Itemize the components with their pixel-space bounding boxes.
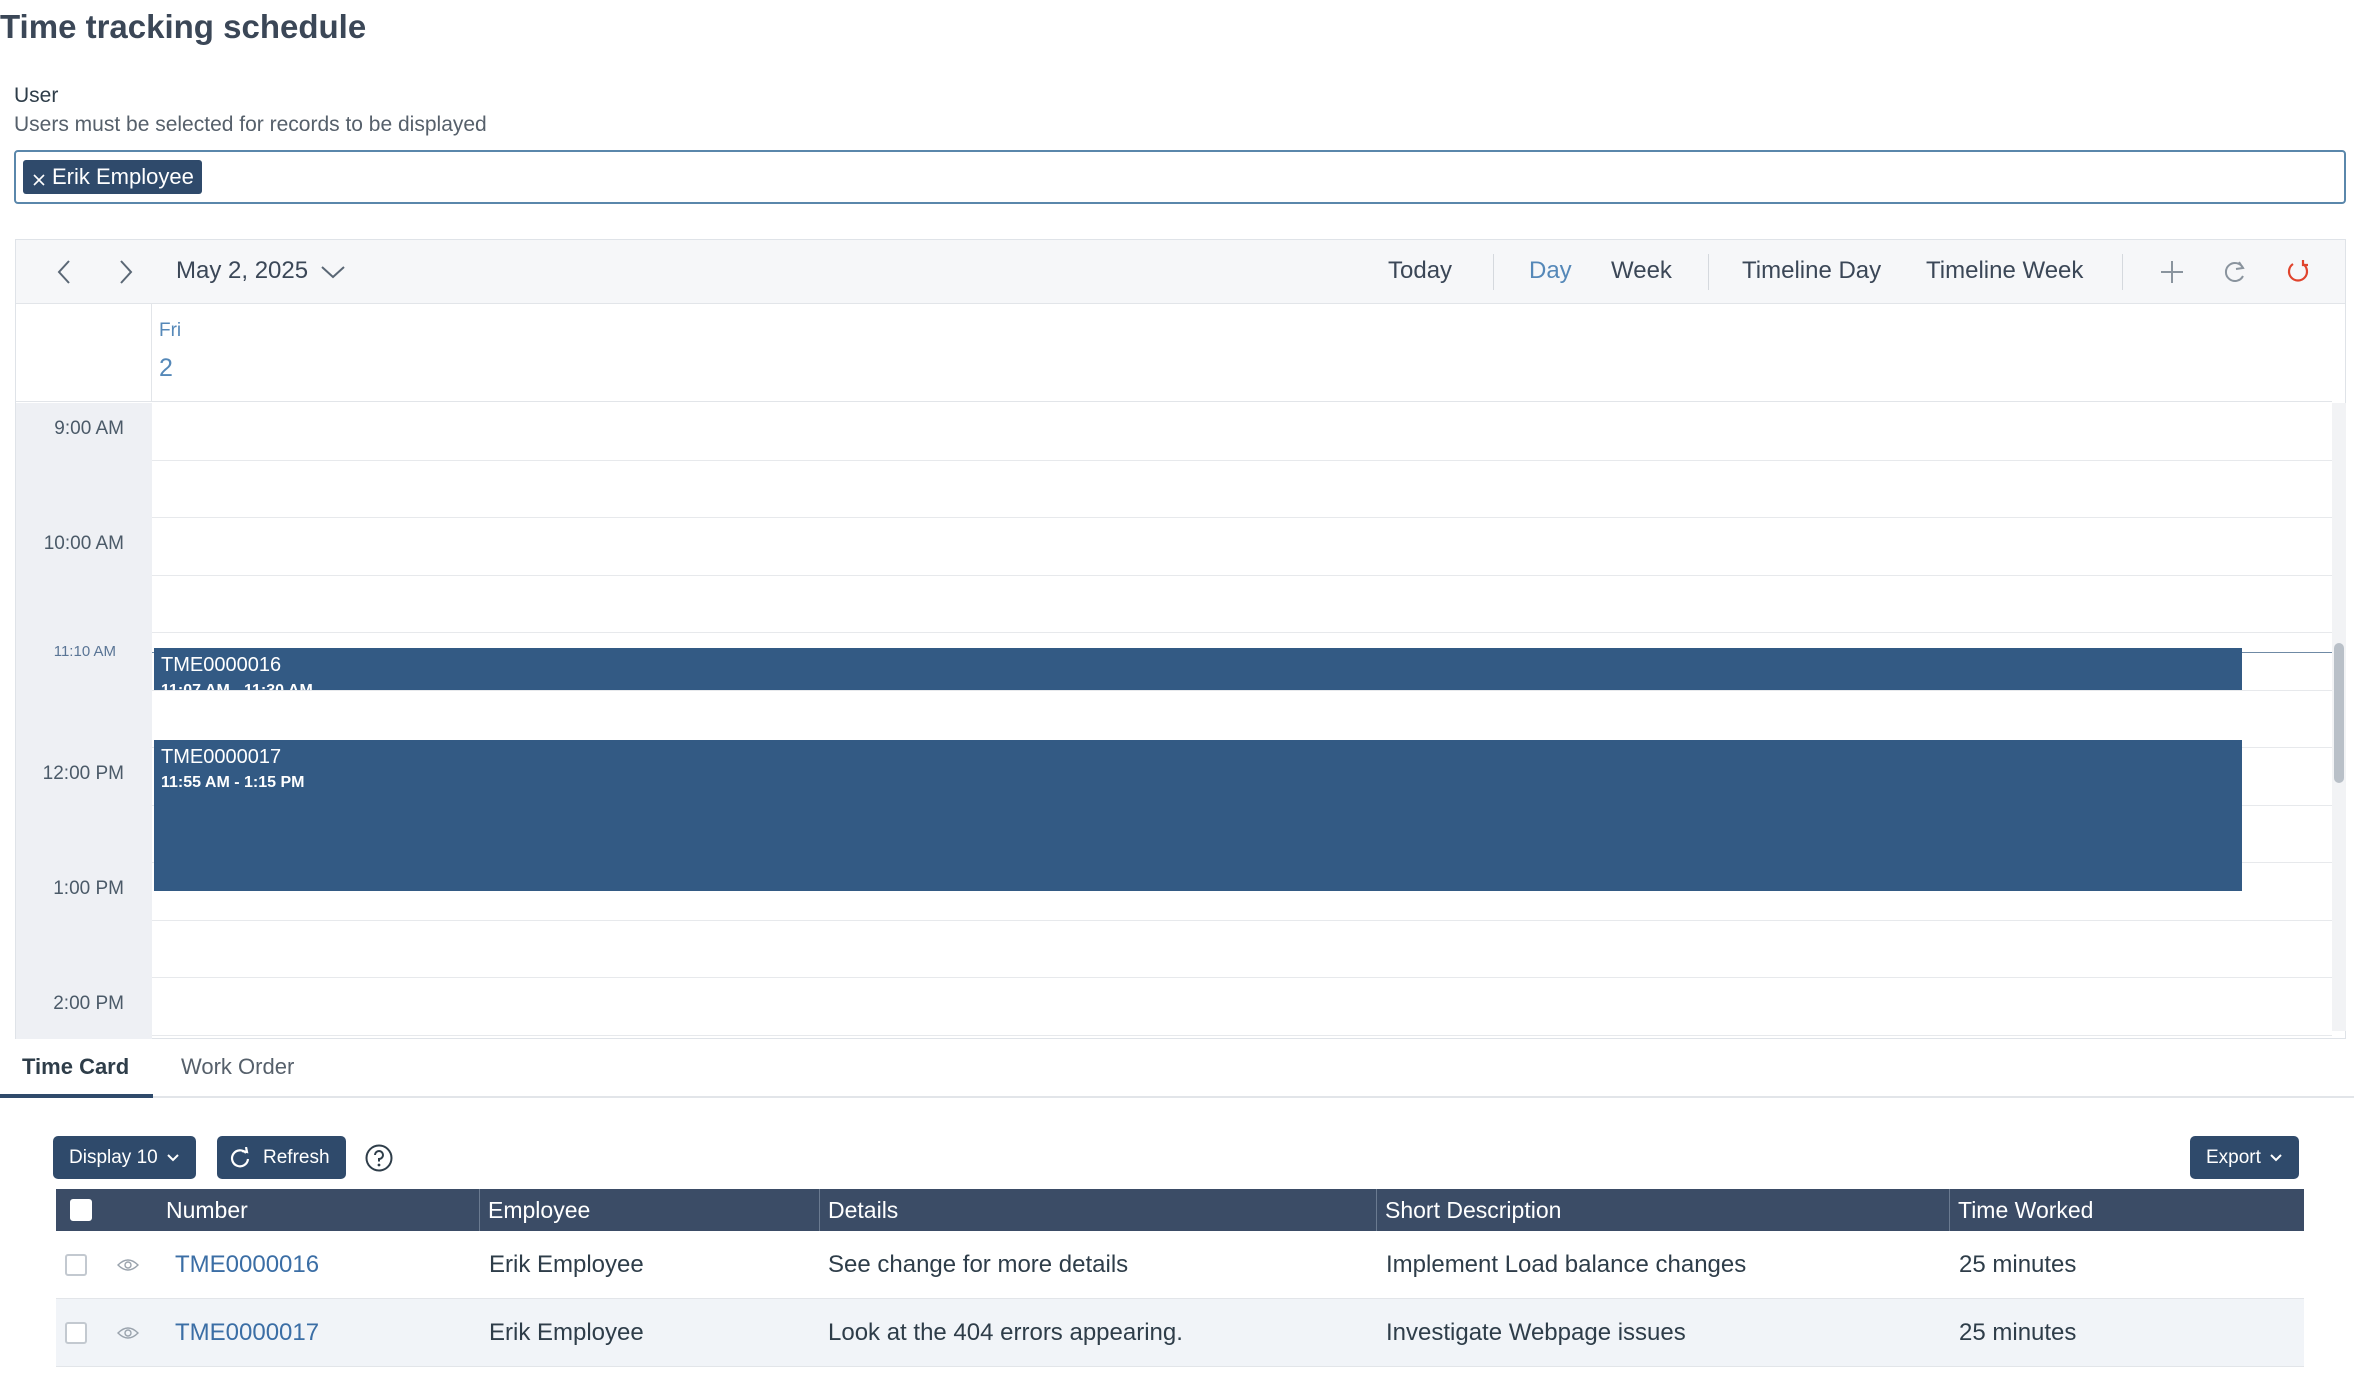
timeline-day-button[interactable]: Timeline Day xyxy=(1742,257,1881,285)
prev-button[interactable] xyxy=(50,258,78,286)
day-view-button[interactable]: Day xyxy=(1529,257,1572,285)
table-row[interactable]: TME0000017 Erik Employee Look at the 404… xyxy=(56,1299,2304,1367)
display-count-label: Display 10 xyxy=(69,1146,158,1168)
time-grid[interactable]: 9:00 AM 10:00 AM 11:10 AM 12:00 PM 1:00 … xyxy=(16,403,2332,1039)
event-block[interactable]: TME0000017 11:55 AM - 1:15 PM xyxy=(154,740,2242,891)
grid-line xyxy=(152,517,2332,518)
timeline-week-button[interactable]: Timeline Week xyxy=(1926,257,2083,285)
column-header-details[interactable]: Details xyxy=(819,1189,1375,1231)
user-select-input[interactable]: Erik Employee xyxy=(14,150,2346,204)
short-description-cell: Implement Load balance changes xyxy=(1386,1251,1747,1278)
table-row[interactable]: TME0000016 Erik Employee See change for … xyxy=(56,1231,2304,1299)
sync-icon xyxy=(2224,261,2245,282)
event-title: TME0000017 xyxy=(161,746,282,768)
record-number-link[interactable]: TME0000017 xyxy=(175,1299,319,1367)
time-label: 1:00 PM xyxy=(53,878,124,899)
time-label: 2:00 PM xyxy=(53,993,124,1014)
column-header-number[interactable]: Number xyxy=(158,1189,476,1231)
column-header-employee[interactable]: Employee xyxy=(479,1189,817,1231)
refresh-calendar-button[interactable] xyxy=(2282,256,2314,288)
page-title: Time tracking schedule xyxy=(0,8,367,45)
time-label: 9:00 AM xyxy=(54,418,124,439)
grid-line xyxy=(152,460,2332,461)
employee-cell: Erik Employee xyxy=(489,1251,644,1278)
user-field-label: User xyxy=(14,84,59,107)
toolbar-divider xyxy=(2122,254,2123,290)
chevron-down-icon xyxy=(167,1153,179,1161)
short-description-cell: Investigate Webpage issues xyxy=(1386,1319,1686,1346)
time-label: 12:00 PM xyxy=(42,763,124,784)
help-icon[interactable] xyxy=(364,1143,394,1173)
chevron-right-icon xyxy=(120,260,133,284)
details-cell: Look at the 404 errors appearing. xyxy=(828,1319,1183,1346)
today-button[interactable]: Today xyxy=(1388,257,1452,285)
row-checkbox[interactable] xyxy=(65,1322,87,1344)
grid-line xyxy=(152,690,2332,691)
week-view-button[interactable]: Week xyxy=(1611,257,1672,285)
chevron-left-icon xyxy=(57,260,70,284)
calendar-scrollbar[interactable] xyxy=(2332,403,2346,1031)
export-label: Export xyxy=(2206,1146,2261,1168)
time-column: 9:00 AM 10:00 AM 11:10 AM 12:00 PM 1:00 … xyxy=(16,403,152,1039)
toolbar-divider xyxy=(1493,254,1494,290)
eye-icon[interactable] xyxy=(117,1325,139,1341)
row-checkbox[interactable] xyxy=(65,1254,87,1276)
calendar: May 2, 2025 Today Day Week Timeline Day … xyxy=(15,239,2346,1039)
toolbar-divider xyxy=(1708,254,1709,290)
refresh-icon xyxy=(2287,260,2309,282)
chevron-down-icon[interactable] xyxy=(320,262,346,282)
scroll-thumb[interactable] xyxy=(2334,643,2344,783)
day-name[interactable]: Fri xyxy=(159,320,181,342)
remove-icon[interactable] xyxy=(31,172,47,188)
display-count-button[interactable]: Display 10 xyxy=(53,1136,196,1179)
column-header-short-description[interactable]: Short Description xyxy=(1376,1189,1948,1231)
user-chip[interactable]: Erik Employee xyxy=(23,160,202,194)
grid-line xyxy=(152,977,2332,978)
table-header: Number Employee Details Short Descriptio… xyxy=(56,1189,2304,1231)
time-gutter-header xyxy=(16,304,152,401)
grid-line xyxy=(152,575,2332,576)
tab-bar: Time Card Work Order xyxy=(0,1040,2354,1098)
tab-work-order[interactable]: Work Order xyxy=(181,1054,294,1098)
sync-button[interactable] xyxy=(2219,256,2251,288)
grid-line xyxy=(152,632,2332,633)
user-chip-label: Erik Employee xyxy=(52,164,194,189)
export-button[interactable]: Export xyxy=(2190,1136,2299,1179)
column-header-time-worked[interactable]: Time Worked xyxy=(1949,1189,2304,1231)
day-header: Fri 2 xyxy=(16,304,2332,402)
record-number-link[interactable]: TME0000016 xyxy=(175,1231,319,1299)
grid-line xyxy=(152,920,2332,921)
select-all-checkbox[interactable] xyxy=(70,1199,92,1221)
event-time: 11:07 AM - 11:30 AM xyxy=(161,682,2235,690)
chevron-down-icon xyxy=(2270,1153,2282,1161)
grid-line xyxy=(152,1035,2332,1036)
event-block[interactable]: TME0000016 11:07 AM - 11:30 AM xyxy=(154,648,2242,690)
plus-icon xyxy=(2161,261,2183,283)
time-worked-cell: 25 minutes xyxy=(1959,1251,2077,1278)
time-label: 10:00 AM xyxy=(43,533,124,554)
tab-time-card[interactable]: Time Card xyxy=(0,1054,154,1098)
add-button[interactable] xyxy=(2156,256,2188,288)
user-field-hint: Users must be selected for records to be… xyxy=(14,113,487,136)
refresh-button[interactable]: Refresh xyxy=(217,1136,346,1179)
calendar-toolbar: May 2, 2025 Today Day Week Timeline Day … xyxy=(16,240,2345,304)
employee-cell: Erik Employee xyxy=(489,1319,644,1346)
next-button[interactable] xyxy=(112,258,140,286)
details-cell: See change for more details xyxy=(828,1251,1129,1278)
event-time: 11:55 AM - 1:15 PM xyxy=(161,774,305,791)
event-title: TME0000016 xyxy=(161,654,282,676)
eye-icon[interactable] xyxy=(117,1257,139,1273)
time-worked-cell: 25 minutes xyxy=(1959,1319,2077,1346)
refresh-label: Refresh xyxy=(263,1146,330,1168)
refresh-icon xyxy=(230,1146,250,1167)
date-picker-label[interactable]: May 2, 2025 xyxy=(176,257,308,285)
current-time-label: 11:10 AM xyxy=(53,643,116,660)
day-number[interactable]: 2 xyxy=(159,354,173,383)
